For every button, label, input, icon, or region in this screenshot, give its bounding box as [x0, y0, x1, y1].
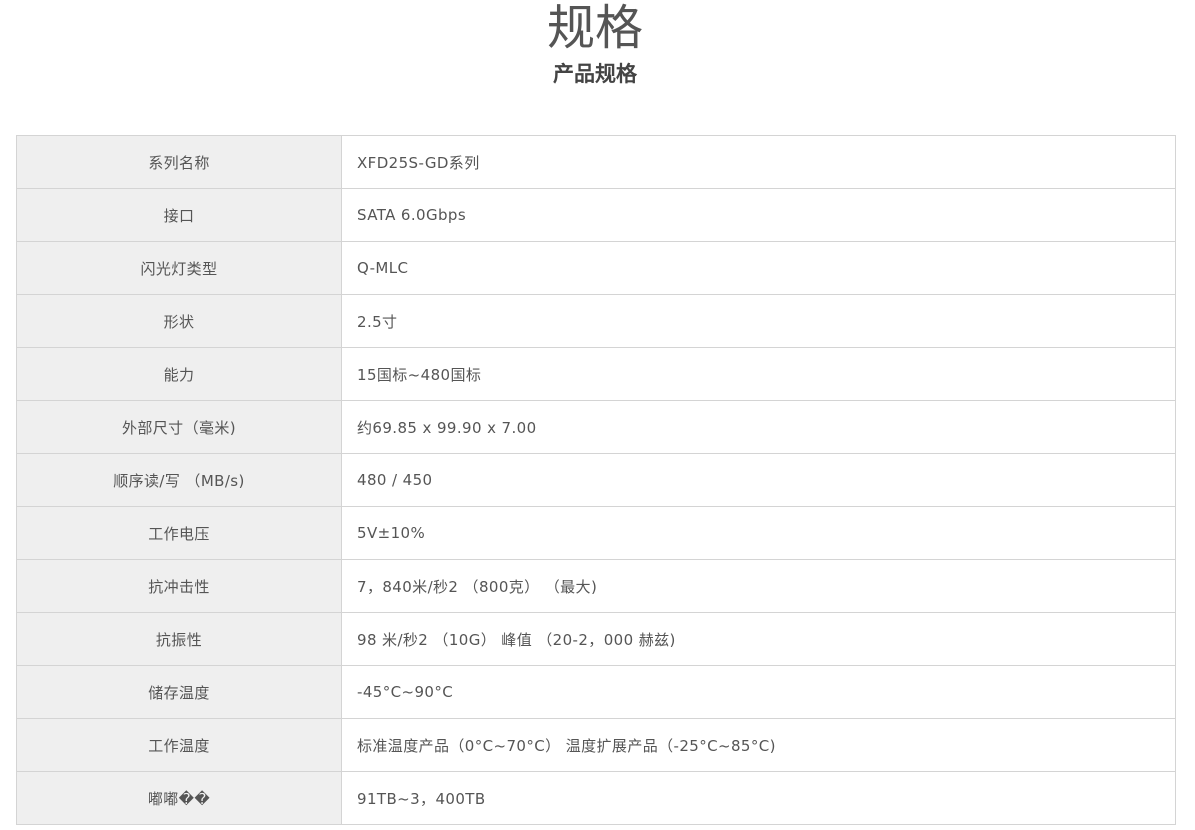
- spec-value: 480 / 450: [341, 453, 1176, 507]
- spec-row: 能力 15国标~480国标: [16, 347, 1176, 401]
- spec-label: 抗冲击性: [16, 559, 342, 613]
- page-title: 规格: [546, 0, 643, 56]
- spec-label: 能力: [16, 347, 342, 401]
- spec-row: 抗振性 98 米/秒2 （10G） 峰值 （20-2，000 赫兹): [16, 612, 1176, 666]
- spec-label: 储存温度: [16, 665, 342, 719]
- spec-value: -45°C~90°C: [341, 665, 1176, 719]
- spec-label: 嘟嘟��: [16, 771, 342, 825]
- spec-value: 约69.85 x 99.90 x 7.00: [341, 400, 1176, 454]
- spec-value: 5V±10%: [341, 506, 1176, 560]
- spec-row: 顺序读/写 （MB/s) 480 / 450: [16, 453, 1176, 507]
- spec-value: 标准温度产品（0°C~70°C） 温度扩展产品（-25°C~85°C): [341, 718, 1176, 772]
- spec-value: XFD25S-GD系列: [341, 135, 1176, 189]
- spec-value: 15国标~480国标: [341, 347, 1176, 401]
- spec-row: 工作温度 标准温度产品（0°C~70°C） 温度扩展产品（-25°C~85°C): [16, 718, 1176, 772]
- spec-label: 顺序读/写 （MB/s): [16, 453, 342, 507]
- spec-label: 闪光灯类型: [16, 241, 342, 295]
- spec-label: 抗振性: [16, 612, 342, 666]
- spec-label: 工作电压: [16, 506, 342, 560]
- spec-label: 接口: [16, 188, 342, 242]
- spec-label: 系列名称: [16, 135, 342, 189]
- spec-row: 接口 SATA 6.0Gbps: [16, 188, 1176, 242]
- spec-value: 2.5寸: [341, 294, 1176, 348]
- spec-row: 外部尺寸（毫米) 约69.85 x 99.90 x 7.00: [16, 400, 1176, 454]
- spec-value: SATA 6.0Gbps: [341, 188, 1176, 242]
- spec-row: 形状 2.5寸: [16, 294, 1176, 348]
- spec-table: 系列名称 XFD25S-GD系列 接口 SATA 6.0Gbps 闪光灯类型 Q…: [16, 135, 1176, 825]
- page-subtitle: 产品规格: [553, 62, 637, 86]
- spec-value: 7，840米/秒2 （800克） （最大): [341, 559, 1176, 613]
- spec-row: 储存温度 -45°C~90°C: [16, 665, 1176, 719]
- spec-row: 系列名称 XFD25S-GD系列: [16, 135, 1176, 189]
- spec-value: Q-MLC: [341, 241, 1176, 295]
- spec-row: 抗冲击性 7，840米/秒2 （800克） （最大): [16, 559, 1176, 613]
- spec-row: 闪光灯类型 Q-MLC: [16, 241, 1176, 295]
- spec-row: 工作电压 5V±10%: [16, 506, 1176, 560]
- spec-label: 工作温度: [16, 718, 342, 772]
- spec-label: 形状: [16, 294, 342, 348]
- spec-value: 91TB~3，400TB: [341, 771, 1176, 825]
- spec-value: 98 米/秒2 （10G） 峰值 （20-2，000 赫兹): [341, 612, 1176, 666]
- spec-row: 嘟嘟�� 91TB~3，400TB: [16, 771, 1176, 825]
- spec-label: 外部尺寸（毫米): [16, 400, 342, 454]
